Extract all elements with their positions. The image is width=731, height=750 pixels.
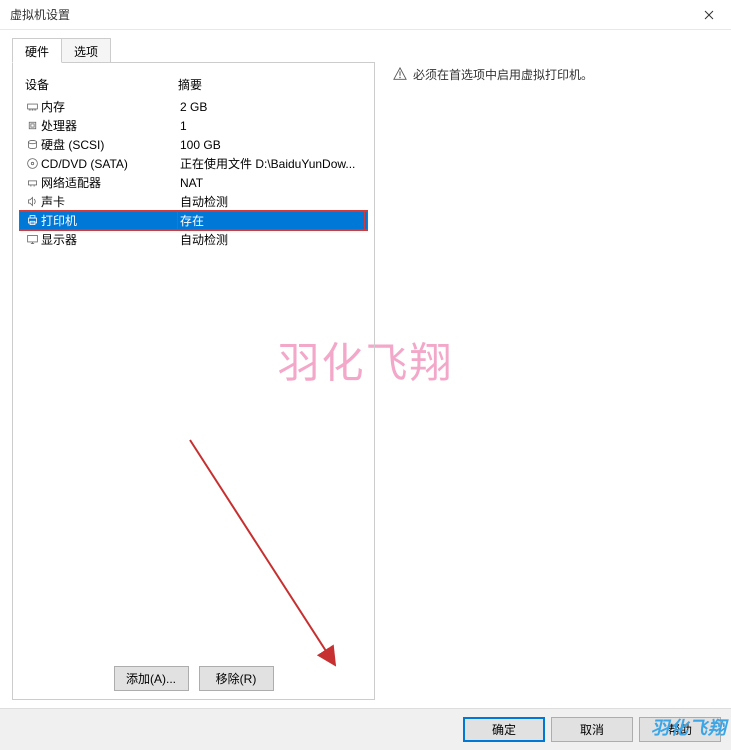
sound-icon	[23, 195, 41, 208]
device-summary: 存在	[178, 212, 364, 229]
tab-hardware[interactable]: 硬件	[12, 38, 62, 63]
right-panel: 必须在首选项中启用虚拟打印机。	[375, 38, 719, 700]
device-panel: 设备 摘要 内存2 GB处理器1硬盘 (SCSI)100 GBCD/DVD (S…	[12, 62, 375, 700]
device-summary: 100 GB	[178, 138, 364, 152]
device-list-header: 设备 摘要	[19, 73, 368, 97]
device-list[interactable]: 内存2 GB处理器1硬盘 (SCSI)100 GBCD/DVD (SATA)正在…	[19, 97, 368, 658]
titlebar: 虚拟机设置	[0, 0, 731, 30]
content-area: 硬件 选项 设备 摘要 内存2 GB处理器1硬盘 (SCSI)100 GBCD/…	[0, 30, 731, 708]
device-name: 处理器	[41, 117, 178, 134]
disk-icon	[23, 138, 41, 151]
device-summary: 2 GB	[178, 100, 364, 114]
add-button[interactable]: 添加(A)...	[114, 666, 189, 691]
device-row[interactable]: 打印机存在	[19, 211, 368, 230]
device-name: 内存	[41, 98, 178, 115]
device-summary: 自动检测	[178, 231, 364, 248]
close-button[interactable]	[686, 0, 731, 30]
device-row[interactable]: 网络适配器NAT	[19, 173, 368, 192]
warning-text: 必须在首选项中启用虚拟打印机。	[413, 66, 593, 83]
left-panel: 硬件 选项 设备 摘要 内存2 GB处理器1硬盘 (SCSI)100 GBCD/…	[12, 38, 375, 700]
network-icon	[23, 176, 41, 189]
tab-options[interactable]: 选项	[61, 38, 111, 62]
window-title: 虚拟机设置	[10, 6, 70, 23]
dialog-footer: 确定 取消 帮助	[0, 708, 731, 750]
device-summary: 正在使用文件 D:\BaiduYunDow...	[178, 155, 364, 172]
close-icon	[704, 10, 714, 20]
device-name: 打印机	[41, 212, 178, 229]
device-summary: 1	[178, 119, 364, 133]
memory-icon	[23, 100, 41, 113]
display-icon	[23, 233, 41, 246]
warning-message: 必须在首选项中启用虚拟打印机。	[393, 66, 711, 83]
device-name: 硬盘 (SCSI)	[41, 136, 178, 153]
device-row[interactable]: 显示器自动检测	[19, 230, 368, 249]
device-action-buttons: 添加(A)... 移除(R)	[19, 658, 368, 691]
column-device[interactable]: 设备	[23, 76, 178, 93]
remove-button[interactable]: 移除(R)	[199, 666, 274, 691]
device-name: CD/DVD (SATA)	[41, 157, 178, 171]
warning-icon	[393, 67, 407, 81]
device-row[interactable]: 内存2 GB	[19, 97, 368, 116]
printer-icon	[23, 214, 41, 227]
cd-icon	[23, 157, 41, 170]
device-row[interactable]: CD/DVD (SATA)正在使用文件 D:\BaiduYunDow...	[19, 154, 368, 173]
ok-button[interactable]: 确定	[463, 717, 545, 742]
column-summary[interactable]: 摘要	[178, 76, 364, 93]
cpu-icon	[23, 119, 41, 132]
device-summary: NAT	[178, 176, 364, 190]
tab-strip: 硬件 选项	[12, 38, 375, 62]
device-name: 显示器	[41, 231, 178, 248]
device-row[interactable]: 声卡自动检测	[19, 192, 368, 211]
device-name: 声卡	[41, 193, 178, 210]
device-row[interactable]: 处理器1	[19, 116, 368, 135]
device-row[interactable]: 硬盘 (SCSI)100 GB	[19, 135, 368, 154]
help-button[interactable]: 帮助	[639, 717, 721, 742]
cancel-button[interactable]: 取消	[551, 717, 633, 742]
device-summary: 自动检测	[178, 193, 364, 210]
device-name: 网络适配器	[41, 174, 178, 191]
